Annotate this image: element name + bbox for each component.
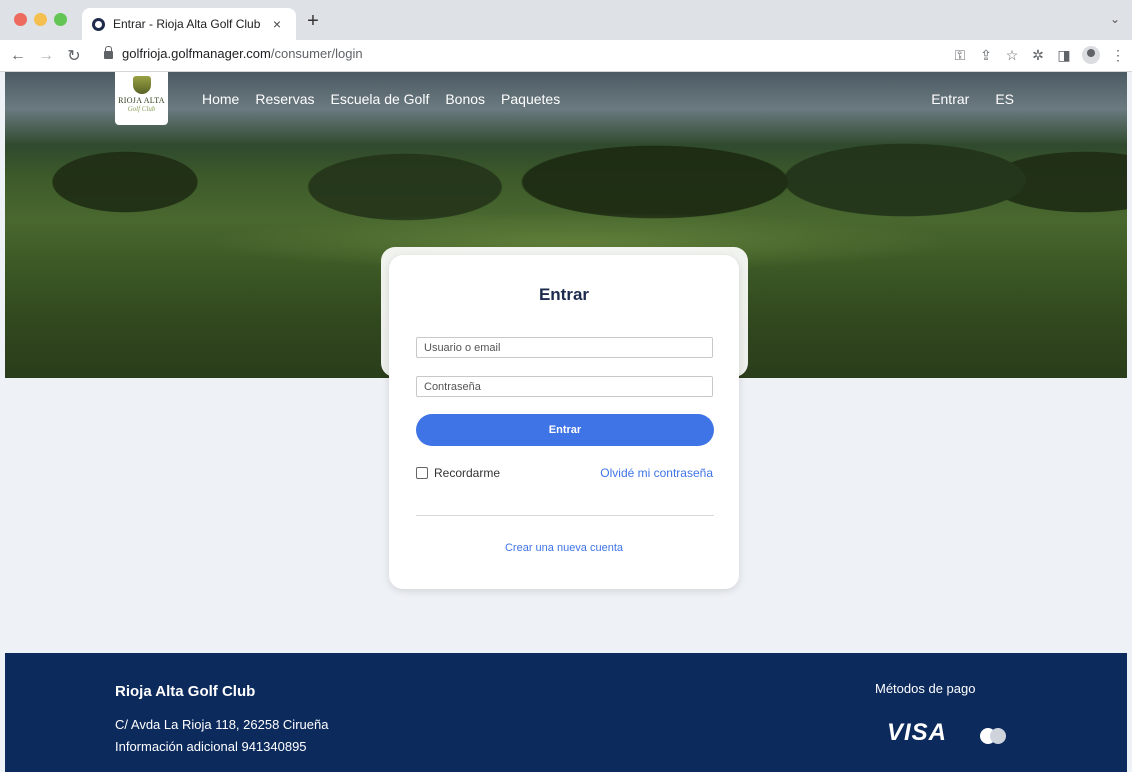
logo-emblem-icon [132,76,151,94]
back-arrow-icon[interactable]: ← [8,47,28,65]
username-input[interactable] [416,337,713,358]
address-bar: ← → ↻ golfrioja.golfmanager.com/consumer… [0,40,1132,72]
mastercard-icon [980,728,1014,744]
nav-escuela-de-golf[interactable]: Escuela de Golf [331,91,430,107]
logo-text: RIOJA ALTA [118,96,165,105]
forgot-password-link[interactable]: Olvidé mi contraseña [600,466,713,480]
favicon-icon [92,17,105,31]
footer-info: Información adicional 941340895 [115,739,307,754]
tab-search-chevron-icon[interactable]: ⌄ [1110,12,1120,26]
logo-script: Golf Club [127,105,156,113]
browser-tab[interactable]: Entrar - Rioja Alta Golf Club × [82,8,296,40]
site-footer: Rioja Alta Golf Club C/ Avda La Rioja 11… [5,653,1127,772]
visa-icon: VISA [887,719,948,746]
key-icon[interactable]: ⚿ [952,47,968,64]
menu-kebab-icon[interactable]: ⋮ [1110,47,1126,64]
user-nav: Entrar ES [931,91,1014,107]
remember-label: Recordarme [434,466,501,480]
reload-icon[interactable]: ↻ [64,46,84,66]
share-icon[interactable]: ⇪ [978,47,994,64]
minimize-window-button[interactable] [34,13,47,26]
tab-title: Entrar - Rioja Alta Golf Club [113,17,261,31]
url-path: /consumer/login [270,46,363,61]
forward-arrow-icon[interactable]: → [36,47,56,65]
close-window-button[interactable] [14,13,27,26]
login-card: Entrar Entrar Recordarme Olvidé mi contr… [389,255,739,589]
login-button[interactable]: Entrar [416,414,714,446]
nav-entrar[interactable]: Entrar [931,91,969,107]
tab-close-button[interactable]: × [268,16,286,32]
profile-icon[interactable] [1082,46,1100,64]
url-domain: golfrioja.golfmanager.com [122,46,271,61]
extensions-icon[interactable]: ✲ [1030,47,1046,64]
remember-checkbox[interactable] [416,467,428,479]
browser-tab-bar: Entrar - Rioja Alta Golf Club × + ⌄ [0,0,1132,40]
card-divider [416,515,714,516]
nav-reservas[interactable]: Reservas [255,91,314,107]
create-account-link[interactable]: Crear una nueva cuenta [389,542,739,554]
lock-icon[interactable] [104,45,113,59]
password-input[interactable] [416,376,713,397]
payment-methods-title: Métodos de pago [875,681,976,696]
login-title: Entrar [538,285,590,304]
remember-me[interactable]: Recordarme [416,466,500,480]
language-selector[interactable]: ES [995,91,1014,107]
nav-home[interactable]: Home [202,91,239,107]
hero-trees [5,112,1127,222]
nav-paquetes[interactable]: Paquetes [501,91,560,107]
main-nav: Home Reservas Escuela de Golf Bonos Paqu… [202,91,560,107]
footer-address: C/ Avda La Rioja 118, 26258 Cirueña [115,717,329,732]
nav-bonos[interactable]: Bonos [445,91,485,107]
new-tab-button[interactable]: + [302,10,324,33]
side-panel-icon[interactable]: ◨ [1056,47,1072,64]
club-logo[interactable]: RIOJA ALTA Golf Club [115,72,168,125]
url-field[interactable]: golfrioja.golfmanager.com/consumer/login [104,45,363,61]
star-icon[interactable]: ☆ [1004,47,1020,64]
footer-club-name: Rioja Alta Golf Club [115,683,256,700]
maximize-window-button[interactable] [54,13,67,26]
